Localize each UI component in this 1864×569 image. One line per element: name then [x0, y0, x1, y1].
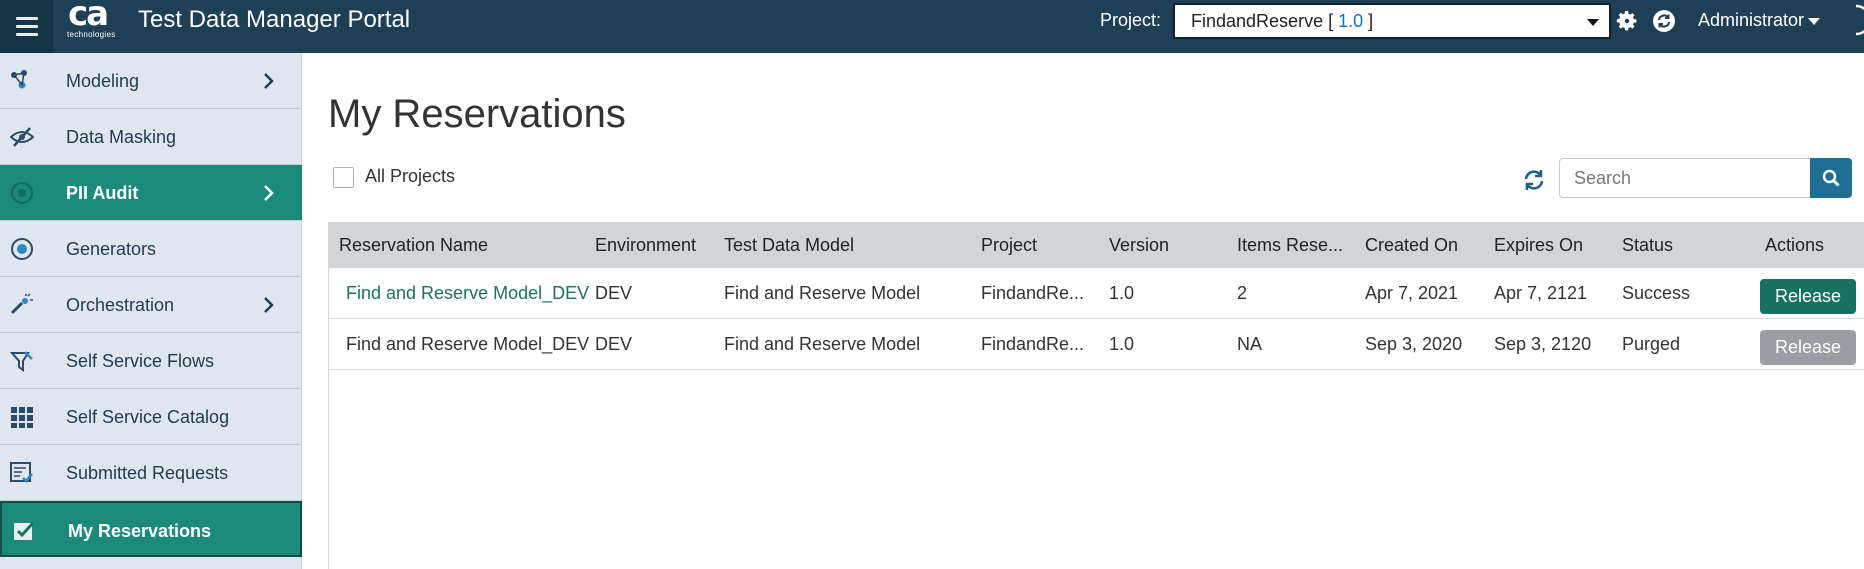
project-label: Project: [1100, 10, 1162, 30]
version-cell: 1.0 [1109, 334, 1135, 354]
logo-subtext: technologies [67, 30, 116, 39]
expires-on-cell: Sep 3, 2120 [1494, 334, 1592, 354]
column-header[interactable]: Test Data Model [724, 222, 854, 268]
release-button[interactable]: Release [1760, 279, 1856, 314]
column-header[interactable]: Environment [595, 222, 696, 268]
project-select-version: 1.0 [1338, 11, 1364, 31]
model-cell: Find and Reserve Model [724, 283, 921, 303]
model-cell: Find and Reserve Model [724, 334, 921, 354]
grid-icon [11, 407, 33, 428]
sidebar-item-self-service-catalog[interactable]: Self Service Catalog [0, 389, 302, 445]
hamburger-menu-icon[interactable] [0, 0, 53, 53]
sidebar-item-pii-audit[interactable]: PII Audit [0, 165, 302, 221]
search-button[interactable] [1810, 158, 1852, 198]
search-icon [1822, 169, 1840, 187]
chevron-right-icon [264, 73, 274, 89]
self-service-flows-icon [10, 351, 33, 372]
project-select-close: ] [1368, 11, 1374, 31]
expires-on-cell: Apr 7, 2121 [1494, 283, 1588, 303]
column-header: Actions [1765, 235, 1825, 255]
pii-audit-icon [11, 182, 33, 204]
table-row: Find and Reserve Model_DEV_ DEV Find and… [329, 268, 1864, 319]
sync-icon[interactable] [1652, 9, 1676, 33]
refresh-icon[interactable] [1522, 168, 1546, 192]
sidebar-item-generators[interactable]: Generators [0, 221, 302, 277]
project-cell: FindandRe... [981, 334, 1085, 354]
column-header[interactable]: Project [981, 222, 1037, 268]
orchestration-icon [10, 293, 33, 315]
all-projects-checkbox[interactable] [333, 167, 354, 188]
ca-logo: ca technologies [64, 0, 120, 44]
chevron-down-icon [1587, 19, 1599, 26]
sidebar-item-label: My Reservations [68, 521, 212, 541]
project-select-name: FindandReserve [ [1191, 11, 1334, 31]
submitted-requests-icon [10, 462, 33, 483]
sidebar-item-label: Modeling [66, 71, 140, 91]
sidebar-item-label: PII Audit [66, 183, 139, 203]
generators-icon [11, 238, 33, 260]
sidebar-item-modeling[interactable]: Modeling [0, 53, 302, 109]
chevron-down-icon [1808, 17, 1821, 25]
sidebar-item-submitted-requests[interactable]: Submitted Requests [0, 445, 302, 501]
sidebar-item-label: Self Service Catalog [66, 407, 230, 427]
chevron-right-icon [264, 297, 274, 313]
reservation-name-link[interactable]: Find and Reserve Model_DEV_ [346, 268, 589, 319]
partial-edge-icon [1855, 4, 1864, 36]
project-select[interactable]: FindandReserve [ 1.0 ] [1173, 3, 1611, 39]
user-name: Administrator [1698, 10, 1805, 30]
items-cell: NA [1237, 334, 1263, 354]
sidebar-item-label: Self Service Flows [66, 351, 215, 371]
environment-cell: DEV [595, 334, 633, 354]
column-header[interactable]: Status [1622, 222, 1673, 268]
gear-icon[interactable] [1615, 9, 1639, 33]
sidebar: Modeling Data Masking PII Audit Generato… [0, 53, 302, 569]
sidebar-item-self-service-flows[interactable]: Self Service Flows [0, 333, 302, 389]
version-cell: 1.0 [1109, 283, 1135, 303]
logo-text: ca [68, 0, 109, 34]
column-header[interactable]: Version [1109, 222, 1169, 268]
column-header[interactable]: Created On [1365, 222, 1458, 268]
search-input[interactable] [1559, 158, 1811, 198]
sidebar-item-my-reservations[interactable]: My Reservations [0, 501, 302, 557]
modeling-icon [11, 70, 27, 89]
user-menu[interactable]: Administrator [1698, 0, 1821, 40]
column-header[interactable]: Items Rese... [1237, 222, 1343, 268]
status-cell: Success [1622, 283, 1691, 303]
project-cell: FindandRe... [981, 283, 1085, 303]
sidebar-item-label: Generators [66, 239, 157, 259]
sidebar-item-orchestration[interactable]: Orchestration [0, 277, 302, 333]
release-button-disabled: Release [1760, 330, 1856, 365]
reservations-table: Reservation Name Environment Test Data M… [328, 222, 1864, 569]
data-masking-icon [10, 127, 34, 147]
items-cell: 2 [1237, 283, 1248, 303]
app-title: Test Data Manager Portal [138, 6, 411, 33]
column-header[interactable]: Expires On [1494, 222, 1583, 268]
column-header[interactable]: Reservation Name [339, 222, 488, 268]
environment-cell: DEV [595, 283, 633, 303]
table-row: Find and Reserve Model_DEV DEV Find and … [329, 319, 1864, 370]
all-projects-label: All Projects [365, 166, 456, 186]
sidebar-item-label: Data Masking [66, 127, 177, 147]
chevron-right-icon [264, 185, 274, 201]
status-cell: Purged [1622, 334, 1681, 354]
reservations-check-icon [14, 521, 35, 540]
created-on-cell: Sep 3, 2020 [1365, 334, 1463, 354]
sidebar-item-label: Orchestration [66, 295, 175, 315]
top-bar: ca technologies Test Data Manager Portal… [0, 0, 1864, 53]
sidebar-item-label: Submitted Requests [66, 463, 229, 483]
table-header: Reservation Name Environment Test Data M… [329, 222, 1864, 268]
created-on-cell: Apr 7, 2021 [1365, 283, 1459, 303]
page-title: My Reservations [328, 92, 626, 136]
sidebar-item-data-masking[interactable]: Data Masking [0, 109, 302, 165]
reservation-name-cell: Find and Reserve Model_DEV [346, 334, 589, 354]
